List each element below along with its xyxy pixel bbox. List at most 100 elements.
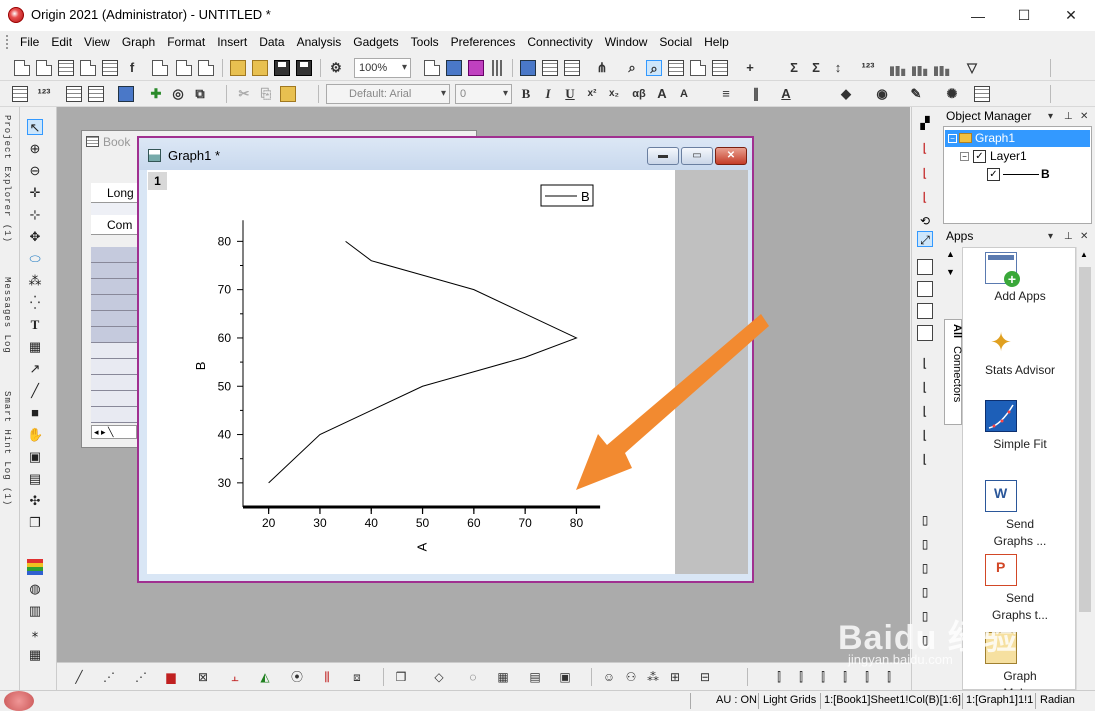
- code-builder-icon[interactable]: ⋔: [594, 60, 610, 76]
- print-icon[interactable]: [424, 60, 440, 76]
- scatter-plot-icon[interactable]: ⋰: [101, 669, 117, 685]
- panel-close-icon[interactable]: ✕: [1080, 107, 1088, 126]
- axis-scale-5-icon[interactable]: ⌊: [917, 451, 933, 467]
- data-row[interactable]: [91, 311, 141, 327]
- menu-social[interactable]: Social: [655, 35, 700, 49]
- arrange-2-icon[interactable]: ▯: [917, 536, 933, 552]
- menu-grip[interactable]: [6, 35, 10, 49]
- filter-icon[interactable]: ▽: [964, 60, 980, 76]
- layer-contents-icon[interactable]: [118, 86, 134, 102]
- sort-icon[interactable]: ↕: [830, 60, 846, 76]
- minimize-button[interactable]: —: [955, 0, 1001, 31]
- text-tool-icon[interactable]: T: [27, 317, 43, 333]
- app-add-apps[interactable]: + Add Apps: [963, 252, 1077, 305]
- template-plot-icon[interactable]: ❒: [393, 669, 409, 685]
- menu-file[interactable]: File: [16, 35, 47, 49]
- new-project-icon[interactable]: [14, 60, 30, 76]
- add-left-y-icon[interactable]: ⌊: [917, 165, 933, 181]
- line-symbol-plot-icon[interactable]: ⋰: [133, 669, 149, 685]
- paste-icon[interactable]: [280, 86, 296, 102]
- new-notes-icon[interactable]: [176, 60, 192, 76]
- close-button[interactable]: ✕: [1048, 0, 1094, 31]
- pointer-tool-icon[interactable]: ↖: [27, 119, 43, 135]
- menu-preferences[interactable]: Preferences: [447, 35, 524, 49]
- menu-window[interactable]: Window: [601, 35, 656, 49]
- arrange-1-icon[interactable]: ▯: [917, 512, 933, 528]
- line-plot-icon[interactable]: ╱: [71, 669, 87, 685]
- line-width-icon[interactable]: ∥: [748, 86, 764, 102]
- command-window-icon[interactable]: [564, 60, 580, 76]
- pattern-icon[interactable]: ◉: [874, 86, 890, 102]
- pan-tool-icon[interactable]: ✋: [27, 427, 43, 443]
- apps-scroll-up-icon[interactable]: ▲: [946, 249, 955, 259]
- data-row[interactable]: [91, 375, 141, 391]
- underline-button[interactable]: U: [562, 86, 578, 102]
- data-row[interactable]: [91, 391, 141, 407]
- axis-scale-2-icon[interactable]: ⌊: [917, 379, 933, 395]
- sheet-nav-buttons[interactable]: ◂ ▸ ╲: [91, 425, 137, 439]
- data-row[interactable]: [91, 279, 141, 295]
- messages-log-tab[interactable]: Messages Log: [2, 277, 12, 354]
- project-explorer-icon[interactable]: [520, 60, 536, 76]
- fill-color-icon[interactable]: ◆: [838, 86, 854, 102]
- superscript-button[interactable]: x²: [584, 86, 600, 102]
- panel-pin-icon[interactable]: ⊥: [1064, 107, 1073, 126]
- arrange-3-icon[interactable]: ▯: [917, 560, 933, 576]
- layer-manager-icon[interactable]: ⊟: [697, 669, 713, 685]
- smart-hint-log-tab[interactable]: Smart Hint Log (1): [2, 391, 12, 506]
- layout-3-icon[interactable]: [917, 303, 933, 319]
- apps-scrollbar[interactable]: ▲: [1076, 247, 1093, 690]
- tree-item-plot-b[interactable]: B: [1041, 167, 1050, 181]
- add-bottom-x-icon[interactable]: ⌊: [917, 140, 933, 156]
- set-column-values-icon[interactable]: ¹²³: [36, 86, 52, 102]
- recalculate-icon[interactable]: ⚙: [328, 60, 344, 76]
- frequency-icon[interactable]: [934, 61, 950, 76]
- graph-maximize-button[interactable]: ▭: [681, 147, 713, 165]
- align-bottom-icon[interactable]: ⫿: [837, 669, 853, 685]
- copy-icon[interactable]: ⎘: [258, 86, 274, 102]
- vector-tool-icon[interactable]: ▣: [27, 449, 43, 465]
- plot-checkbox[interactable]: ✓: [987, 168, 1000, 181]
- graph-close-button[interactable]: ✕: [715, 147, 747, 165]
- new-excel-icon[interactable]: [198, 60, 214, 76]
- graph-minimize-button[interactable]: ▬: [647, 147, 679, 165]
- new-function-icon[interactable]: f: [124, 60, 140, 76]
- add-axis-icon[interactable]: ▞: [917, 115, 933, 131]
- box-chart-icon[interactable]: ⊠: [195, 669, 211, 685]
- maximize-button[interactable]: ☐: [1001, 0, 1047, 31]
- symbol-icon[interactable]: ✺: [944, 86, 960, 102]
- set-values-icon[interactable]: ¹²³: [860, 60, 876, 76]
- panel-dropdown-icon[interactable]: ▾: [1048, 227, 1053, 246]
- bold-button[interactable]: B: [518, 86, 534, 102]
- layer-tool-icon[interactable]: ❐: [27, 515, 43, 531]
- data-row[interactable]: [91, 327, 141, 343]
- table-icon[interactable]: [712, 60, 728, 76]
- magnifier-icon[interactable]: ⌕: [624, 60, 640, 76]
- app-send-graphs-word[interactable]: W Send Graphs ...: [963, 480, 1077, 550]
- 3d-plot-icon[interactable]: ⧈: [349, 669, 365, 685]
- grid-tool-icon[interactable]: ▦: [27, 647, 43, 663]
- cut-icon[interactable]: ✂: [236, 86, 252, 102]
- layer-checkbox[interactable]: ✓: [973, 150, 986, 163]
- line-color-icon[interactable]: ✎: [908, 86, 924, 102]
- layout-2-icon[interactable]: [917, 281, 933, 297]
- italic-button[interactable]: I: [540, 86, 556, 102]
- increase-font-button[interactable]: A: [654, 86, 670, 102]
- layout-4-icon[interactable]: [917, 325, 933, 341]
- menu-analysis[interactable]: Analysis: [293, 35, 350, 49]
- draw-data-icon[interactable]: ⁛: [27, 295, 43, 311]
- layer-number-badge[interactable]: 1: [148, 172, 167, 190]
- new-layout-icon[interactable]: [152, 60, 168, 76]
- group-icon[interactable]: ⫿: [881, 669, 897, 685]
- move-tool-icon[interactable]: ✣: [27, 493, 43, 509]
- rectangle-tool-icon[interactable]: ■: [27, 405, 43, 421]
- new-sheet-icon[interactable]: [102, 60, 118, 76]
- project-explorer-tab[interactable]: Project Explorer (1): [2, 115, 12, 243]
- align-top-icon[interactable]: ⫿: [815, 669, 831, 685]
- align-left-icon[interactable]: ⫿: [771, 669, 787, 685]
- annotation-tool-icon[interactable]: ✥: [27, 229, 43, 245]
- row-stats-icon[interactable]: [912, 61, 928, 76]
- menu-insert[interactable]: Insert: [213, 35, 255, 49]
- zoom-in-tool-icon[interactable]: ⊕: [27, 141, 43, 157]
- data-info-icon[interactable]: [668, 60, 684, 76]
